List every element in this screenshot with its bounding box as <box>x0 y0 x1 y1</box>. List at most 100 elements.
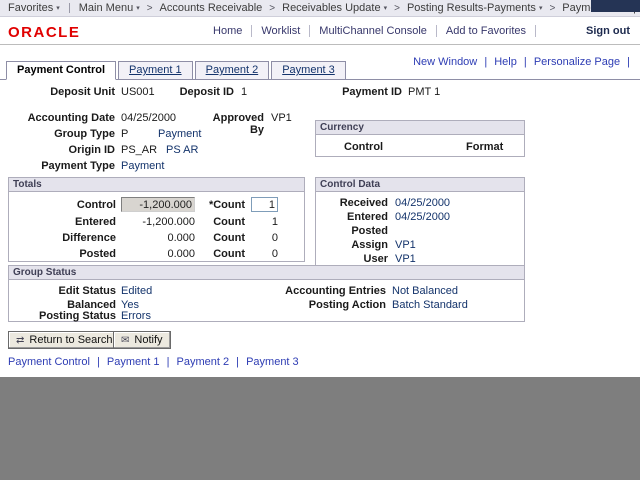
breadcrumb: Favorites▾ Main Menu▾ > Accounts Receiva… <box>0 0 640 17</box>
tab-payment-control[interactable]: Payment Control <box>6 61 116 80</box>
tab-payment-2[interactable]: Payment 2 <box>195 61 270 80</box>
personalize-page-link[interactable]: Personalize Page <box>534 56 620 68</box>
totals-entered-amount: -1,200.000 <box>121 216 195 228</box>
favorites-label: Favorites <box>8 2 53 14</box>
footer-link-payment-1[interactable]: Payment 1 <box>107 356 160 368</box>
currency-format-header: Format <box>466 141 511 153</box>
accounting-date-label: Accounting Date <box>18 112 115 124</box>
footer-link-payment-control[interactable]: Payment Control <box>8 356 90 368</box>
tab-bar: Payment Control Payment 1 Payment 2 Paym… <box>6 61 348 80</box>
totals-entered-label: Entered <box>9 216 116 228</box>
crumb-label: Receivables Update <box>282 2 380 14</box>
breadcrumb-divider <box>69 3 70 13</box>
totals-box-title: Totals <box>9 178 304 192</box>
header-link-add-to-favorites[interactable]: Add to Favorites <box>437 25 536 37</box>
received-label: Received <box>316 197 388 209</box>
origin-id-value: PS_AR <box>121 144 157 156</box>
received-value: 04/25/2000 <box>395 197 450 209</box>
deposit-unit-value: US001 <box>121 86 155 98</box>
page-utility-links: New Window | Help | Personalize Page | <box>413 56 634 68</box>
breadcrumb-separator: > <box>549 3 555 14</box>
totals-control-count-label: *Count <box>195 199 245 211</box>
footer-link-payment-3[interactable]: Payment 3 <box>246 356 299 368</box>
group-type-value: P <box>121 128 128 140</box>
posting-action-label: Posting Action <box>279 299 386 311</box>
totals-control-amount-input[interactable] <box>121 197 195 212</box>
crumb-label: Posting Results-Payments <box>407 2 536 14</box>
brand-bar: ORACLE Home Worklist MultiChannel Consol… <box>0 18 640 44</box>
header-link-worklist[interactable]: Worklist <box>252 25 310 37</box>
breadcrumb-accounts-receivable[interactable]: Accounts Receivable <box>160 2 263 14</box>
crumb-label: Accounts Receivable <box>160 2 263 14</box>
tab-label: Payment 1 <box>129 64 182 76</box>
breadcrumb-posting-results-payments[interactable]: Posting Results-Payments▾ <box>407 2 543 14</box>
accounting-entries-value: Not Balanced <box>392 285 458 297</box>
payment-type-label: Payment Type <box>18 160 115 172</box>
posted-label: Posted <box>316 225 388 237</box>
breadcrumb-favorites[interactable]: Favorites▾ <box>8 2 60 14</box>
return-to-search-button[interactable]: ⇄ Return to Search <box>8 331 121 349</box>
help-link[interactable]: Help <box>494 56 517 68</box>
posting-status-label: Posting Status <box>9 310 116 322</box>
totals-difference-amount: 0.000 <box>121 232 195 244</box>
posting-action-value: Batch Standard <box>392 299 468 311</box>
tab-label: Payment 3 <box>282 64 335 76</box>
group-type-desc: Payment <box>158 128 201 140</box>
chevron-down-icon: ▾ <box>56 5 60 12</box>
edit-status-label: Edit Status <box>9 285 116 297</box>
breadcrumb-separator: > <box>394 3 400 14</box>
chevron-down-icon: ▾ <box>136 5 140 12</box>
footer-link-payment-2[interactable]: Payment 2 <box>177 356 230 368</box>
chevron-down-icon: ▾ <box>384 5 388 12</box>
breadcrumb-separator: > <box>147 3 153 14</box>
currency-box-title: Currency <box>316 121 524 135</box>
tab-payment-3[interactable]: Payment 3 <box>271 61 346 80</box>
breadcrumb-main-menu[interactable]: Main Menu▾ <box>79 2 140 14</box>
totals-control-count-input[interactable] <box>251 197 278 212</box>
accounting-entries-label: Accounting Entries <box>279 285 386 297</box>
totals-posted-label: Posted <box>9 248 116 260</box>
totals-entered-count-label: Count <box>195 216 245 228</box>
page: Favorites▾ Main Menu▾ > Accounts Receiva… <box>0 0 640 377</box>
currency-box: Currency Control Format <box>315 120 525 157</box>
header-divider <box>0 44 640 45</box>
totals-box: Totals Control *Count Entered -1,200.000… <box>8 177 305 262</box>
totals-difference-label: Difference <box>9 232 116 244</box>
approved-by-label: Approved By <box>196 112 264 136</box>
edit-status-value: Edited <box>121 285 152 297</box>
assign-value: VP1 <box>395 239 416 251</box>
sign-out-link[interactable]: Sign out <box>586 25 630 37</box>
payment-type-value: Payment <box>121 160 164 172</box>
totals-entered-count: 1 <box>251 216 278 228</box>
entered-value: 04/25/2000 <box>395 211 450 223</box>
approved-by-value: VP1 <box>271 112 292 124</box>
origin-id-desc: PS AR <box>166 144 198 156</box>
main-menu-label: Main Menu <box>79 2 133 14</box>
pipe-separator: | <box>623 56 634 68</box>
chevron-down-icon: ▾ <box>539 5 543 12</box>
pipe-separator: | <box>480 56 491 68</box>
breadcrumb-separator: > <box>269 3 275 14</box>
currency-control-header: Control <box>344 141 389 153</box>
breadcrumb-receivables-update[interactable]: Receivables Update ▾ <box>282 2 387 14</box>
entered-label: Entered <box>316 211 388 223</box>
tab-payment-1[interactable]: Payment 1 <box>118 61 193 80</box>
totals-posted-amount: 0.000 <box>121 248 195 260</box>
notify-button[interactable]: ✉ Notify <box>113 331 171 349</box>
tab-label: Payment Control <box>17 64 105 76</box>
deposit-id-value: 1 <box>241 86 247 98</box>
control-data-box-title: Control Data <box>316 178 524 192</box>
control-data-box: Control Data Received 04/25/2000 Entered… <box>315 177 525 273</box>
origin-id-label: Origin ID <box>18 144 115 156</box>
pipe-separator: | <box>93 356 104 368</box>
header-link-home[interactable]: Home <box>204 25 252 37</box>
group-status-box: Group Status Edit Status Edited Accounti… <box>8 265 525 322</box>
new-window-link[interactable]: New Window <box>413 56 477 68</box>
return-to-search-icon: ⇄ <box>16 335 24 346</box>
header-link-multichannel-console[interactable]: MultiChannel Console <box>310 25 437 37</box>
deposit-unit-label: Deposit Unit <box>18 86 115 98</box>
pipe-separator: | <box>163 356 174 368</box>
return-to-search-label: Return to Search <box>29 334 112 346</box>
user-value: VP1 <box>395 253 416 265</box>
pipe-separator: | <box>520 56 531 68</box>
